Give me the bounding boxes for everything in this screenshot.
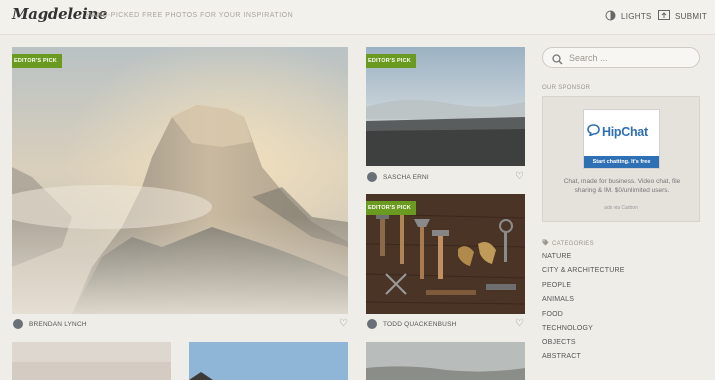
search-icon	[552, 52, 563, 70]
avatar	[367, 319, 377, 329]
photo-thumbnail	[366, 342, 525, 380]
editors-pick-badge: EDITOR'S PICK	[12, 54, 62, 68]
editors-pick-badge: EDITOR'S PICK	[366, 54, 416, 68]
lights-label: LIGHTS	[621, 12, 652, 21]
author-name[interactable]: SASCHA ERNI	[383, 174, 429, 181]
submit-label: SUBMIT	[675, 12, 708, 21]
category-city-architecture[interactable]: CITY & ARCHITECTURE	[542, 267, 625, 274]
editors-pick-badge: EDITOR'S PICK	[366, 201, 416, 215]
author-name[interactable]: TODD QUACKENBUSH	[383, 321, 457, 328]
photo-thumbnail	[189, 342, 348, 380]
submit-button[interactable]: SUBMIT	[658, 10, 707, 23]
search-box[interactable]	[542, 47, 700, 68]
category-technology[interactable]: TECHNOLOGY	[542, 325, 593, 332]
avatar	[13, 319, 23, 329]
photo-credit: TODD QUACKENBUSH	[367, 319, 457, 329]
photo-card-horizon[interactable]: EDITOR'S PICK	[366, 47, 525, 166]
photo-card-partial[interactable]	[366, 342, 525, 380]
heart-icon[interactable]: ♡	[515, 171, 524, 182]
half-dome-photo	[12, 47, 348, 314]
chat-bubble-icon	[587, 123, 600, 141]
lights-button[interactable]: LIGHTS	[605, 10, 652, 23]
avatar	[367, 172, 377, 182]
ad-via-carbon[interactable]: ads via Carbon	[543, 205, 699, 211]
author-name[interactable]: BRENDAN LYNCH	[29, 321, 87, 328]
ad-text: Chat, made for business. Video chat, fil…	[563, 178, 681, 194]
categories-heading-row: CATEGORIES	[542, 239, 594, 248]
category-nature[interactable]: NATURE	[542, 253, 571, 260]
hipchat-cta: Start chatting. It's free	[584, 156, 659, 168]
photo-credit: SASCHA ERNI	[367, 172, 429, 182]
category-objects[interactable]: OBJECTS	[542, 339, 576, 346]
search-input[interactable]	[569, 51, 689, 64]
photo-credit: BRENDAN LYNCH	[13, 319, 87, 329]
photo-card-tools[interactable]: EDITOR'S PICK	[366, 194, 525, 314]
photo-thumbnail	[12, 342, 171, 380]
category-food[interactable]: FOOD	[542, 311, 563, 318]
sponsor-heading: OUR SPONSOR	[542, 85, 591, 91]
hipchat-brand: HipChat	[602, 125, 648, 139]
category-people[interactable]: PEOPLE	[542, 282, 571, 289]
photo-card-partial[interactable]	[12, 342, 171, 380]
photo-card-partial[interactable]	[189, 342, 348, 380]
category-animals[interactable]: ANIMALS	[542, 296, 574, 303]
categories-heading: CATEGORIES	[552, 240, 594, 247]
heart-icon[interactable]: ♡	[515, 318, 524, 329]
upload-icon	[658, 10, 670, 23]
hipchat-ad-image[interactable]: HipChat Start chatting. It's free	[583, 109, 660, 169]
photo-card-half-dome[interactable]: EDITOR'S PICK	[12, 47, 348, 314]
top-bar: Magdeleine HAND-PICKED FREE PHOTOS FOR Y…	[0, 0, 715, 35]
heart-icon[interactable]: ♡	[339, 318, 348, 329]
category-abstract[interactable]: ABSTRACT	[542, 353, 581, 360]
hipchat-logo: HipChat	[587, 123, 648, 141]
site-tagline: HAND-PICKED FREE PHOTOS FOR YOUR INSPIRA…	[86, 12, 294, 19]
sponsor-ad[interactable]: HipChat Start chatting. It's free Chat, …	[542, 96, 700, 222]
lightbulb-icon	[605, 10, 616, 23]
tag-icon	[542, 239, 549, 248]
